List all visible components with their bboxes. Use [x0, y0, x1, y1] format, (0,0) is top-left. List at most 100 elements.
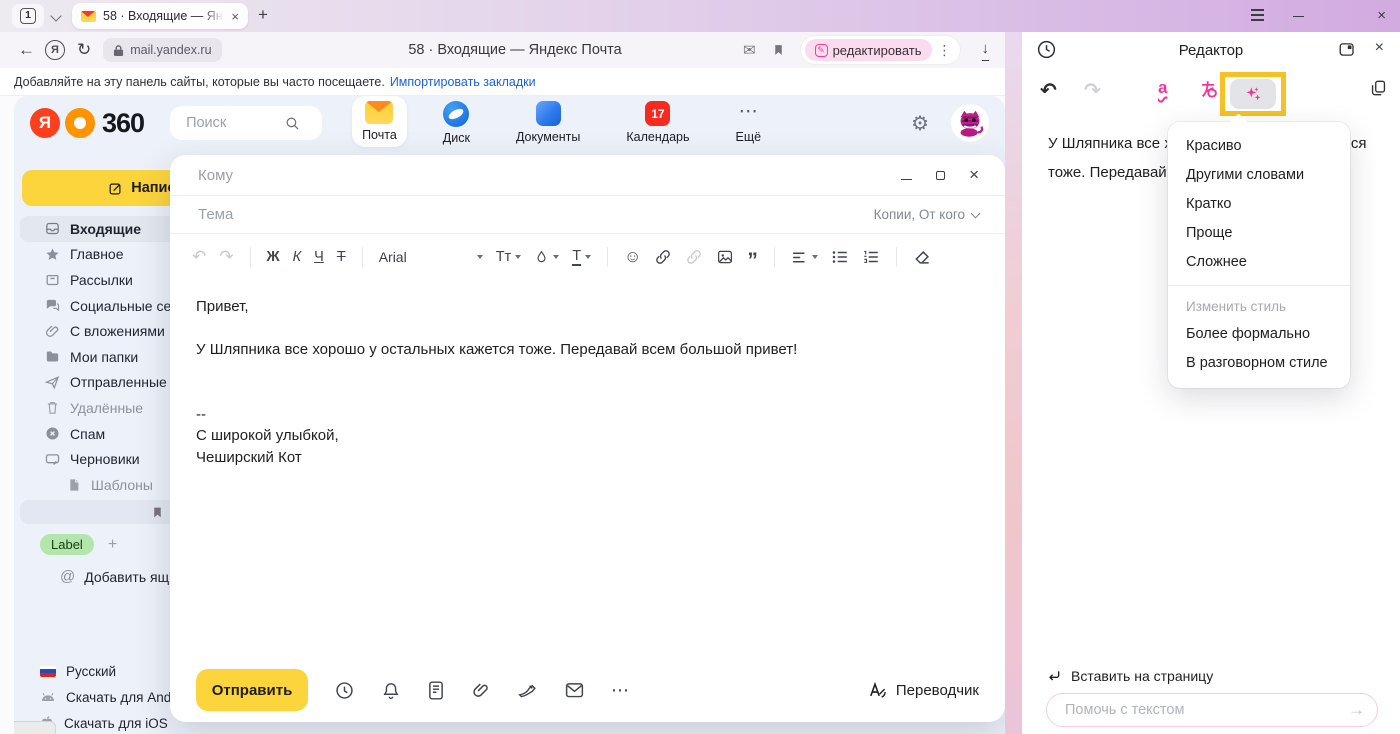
user-avatar[interactable] — [951, 104, 989, 142]
bold-button[interactable]: Ж — [267, 249, 280, 265]
logo-360-text: 360 — [102, 108, 144, 139]
quote-icon[interactable]: ” — [747, 248, 758, 266]
compose-minimize-icon[interactable] — [901, 171, 912, 180]
address-bar[interactable]: mail.yandex.ru — [103, 38, 221, 62]
undo-icon[interactable]: ↶ — [192, 247, 206, 267]
app-mail[interactable]: Почта — [352, 96, 407, 147]
menu-item-beautify[interactable]: Красиво — [1168, 132, 1350, 161]
reload-icon[interactable]: ↻ — [77, 40, 91, 60]
app-disk[interactable]: Диск — [433, 96, 480, 150]
attach-file-icon[interactable] — [471, 680, 491, 701]
cc-from-toggle[interactable]: Копии, От кого — [874, 207, 979, 222]
bookmark-icon[interactable] — [772, 42, 785, 58]
subject-field[interactable] — [196, 205, 874, 224]
editor-undo-icon[interactable]: ↶ — [1040, 78, 1057, 103]
align-select[interactable] — [791, 250, 818, 265]
import-bookmarks-link[interactable]: Импортировать закладки — [390, 75, 536, 89]
attach-from-disk-icon[interactable] — [517, 681, 538, 700]
compose-close-icon[interactable]: × — [969, 165, 979, 185]
menu-divider — [1168, 285, 1350, 286]
folder-label: Отправленные — [70, 374, 167, 390]
editor-panel: Редактор × ↶ ↷ a У Шляпника все хорошо у… — [1022, 32, 1400, 734]
menu-item-conversational[interactable]: В разговорном стиле — [1168, 349, 1350, 378]
yandex-360-logo[interactable]: Я 360 — [30, 108, 144, 139]
menu-item-shorten[interactable]: Кратко — [1168, 190, 1350, 219]
spellcheck-icon[interactable]: a — [1158, 78, 1167, 98]
editor-panel-close-icon[interactable]: × — [1375, 39, 1384, 57]
template-icon[interactable] — [427, 680, 445, 701]
open-in-window-icon[interactable] — [1338, 41, 1356, 58]
tabs-dropdown-icon[interactable] — [50, 10, 61, 21]
ai-sparkles-button[interactable] — [1230, 79, 1276, 109]
text-color-select[interactable]: Т — [572, 249, 591, 266]
back-icon[interactable]: ← — [18, 40, 35, 60]
submit-arrow-icon[interactable]: → — [1348, 700, 1365, 720]
font-family-select[interactable]: Arial — [379, 249, 483, 265]
underline-button[interactable]: Ч — [314, 249, 324, 265]
menu-item-rephrase[interactable]: Другими словами — [1168, 161, 1350, 190]
attach-from-mail-icon[interactable] — [564, 681, 585, 699]
more-actions-icon[interactable]: ⋯ — [611, 680, 630, 701]
link-icon[interactable] — [654, 248, 672, 266]
search-input[interactable] — [184, 114, 284, 132]
app-more[interactable]: ⋯ Ещё — [725, 96, 771, 149]
ai-prompt-input[interactable] — [1063, 701, 1348, 719]
add-label-button[interactable]: + — [108, 536, 117, 554]
apps-row: Почта Диск Документы 17 Календарь — [352, 96, 771, 150]
mail-notification-icon[interactable]: ✉ — [743, 41, 756, 59]
search-box[interactable] — [170, 106, 322, 140]
new-tab-button[interactable]: + — [258, 5, 268, 25]
numbered-list-icon[interactable] — [862, 249, 880, 265]
to-field[interactable] — [196, 166, 901, 185]
strikethrough-button[interactable]: Т — [337, 249, 346, 265]
translator-button[interactable]: Переводчик — [867, 680, 979, 700]
edit-button[interactable]: ✎ редактировать — [805, 39, 932, 61]
app-calendar[interactable]: 17 Календарь — [616, 96, 699, 149]
emoji-icon[interactable]: ☺ — [624, 247, 641, 267]
menu-item-complexify[interactable]: Сложнее — [1168, 248, 1350, 277]
tab-counter-button[interactable]: 1 — [12, 4, 44, 28]
settings-gear-icon[interactable]: ⚙ — [911, 111, 929, 136]
yandex-extension-icon[interactable]: Я — [45, 40, 65, 60]
tray-icon — [44, 271, 61, 288]
editor-redo-icon[interactable]: ↷ — [1084, 78, 1101, 103]
highlight-color-select[interactable] — [534, 249, 559, 265]
menu-item-simplify[interactable]: Проще — [1168, 219, 1350, 248]
more-options-icon[interactable]: ⋮ — [938, 42, 952, 59]
browser-menu-icon[interactable] — [1251, 14, 1264, 16]
font-family-value: Arial — [379, 249, 407, 265]
window-close-icon[interactable]: × — [1377, 8, 1386, 24]
tab-close-icon[interactable]: × — [231, 9, 239, 24]
unlink-icon[interactable] — [685, 248, 703, 266]
schedule-send-icon[interactable] — [334, 680, 355, 701]
copy-icon[interactable] — [1369, 78, 1388, 98]
edit-pen-icon: ✎ — [815, 44, 828, 57]
translate-icon[interactable] — [1198, 78, 1220, 100]
cc-from-label: Копии, От кого — [874, 207, 965, 222]
downloads-icon[interactable]: ↓ — [982, 40, 990, 61]
send-button[interactable]: Отправить — [196, 669, 308, 711]
label-chip[interactable]: Label — [40, 534, 94, 555]
message-body[interactable]: Привет, У Шляпника все хорошо у остальны… — [170, 280, 1005, 468]
italic-button[interactable]: К — [293, 249, 302, 265]
screen: 1 58 · Входящие — Яндекс Почта × + × ← Я… — [0, 0, 1400, 734]
app-docs[interactable]: Документы — [506, 96, 590, 149]
insert-on-page-button[interactable]: Вставить на страницу — [1046, 668, 1213, 684]
add-mailbox-button[interactable]: @ Добавить ящик — [60, 568, 183, 585]
compose-maximize-icon[interactable] — [936, 171, 945, 180]
at-icon: @ — [60, 568, 75, 585]
insert-image-icon[interactable] — [716, 248, 734, 266]
redo-icon[interactable]: ↷ — [219, 247, 233, 267]
mail-header: Я 360 Почта — [14, 96, 1005, 150]
font-size-select[interactable]: Tт — [496, 249, 522, 265]
folder-label: Черновики — [70, 451, 140, 467]
bullet-list-icon[interactable] — [831, 249, 849, 265]
reminder-bell-icon[interactable] — [381, 680, 401, 701]
fill-drop-icon — [534, 249, 549, 265]
folder-label: Удалённые — [70, 400, 143, 416]
clear-format-eraser-icon[interactable] — [913, 249, 932, 266]
panel-divider[interactable] — [1005, 32, 1022, 734]
menu-item-more-formal[interactable]: Более формально — [1168, 320, 1350, 349]
active-tab[interactable]: 58 · Входящие — Яндекс Почта × — [72, 3, 248, 29]
window-minimize-icon[interactable] — [1293, 8, 1304, 17]
